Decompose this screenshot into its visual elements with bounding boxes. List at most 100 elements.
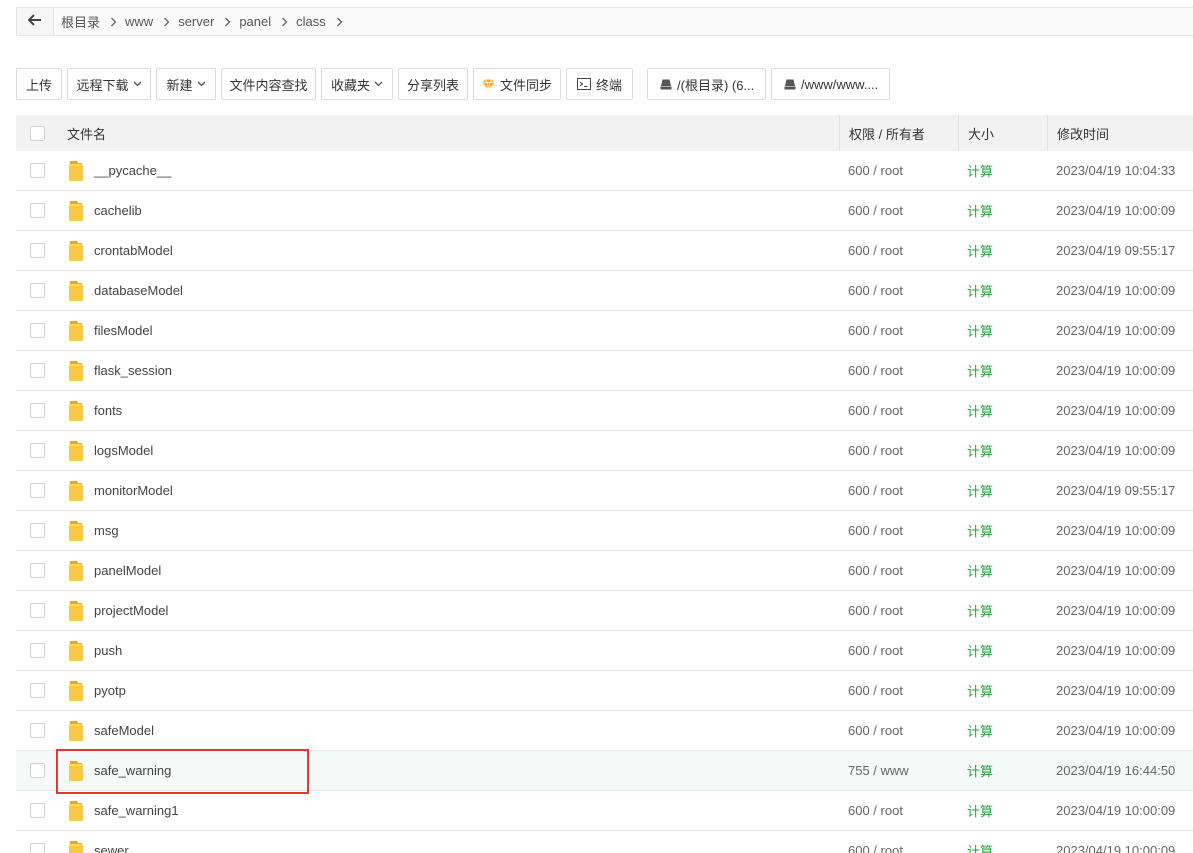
file-permission[interactable]: 600 / root	[848, 283, 903, 298]
file-name[interactable]: pyotp	[94, 683, 126, 698]
file-name[interactable]: cachelib	[94, 203, 142, 218]
table-row[interactable]: crontabModel 600 / root 计算 2023/04/19 09:55…	[16, 231, 1193, 271]
calculate-size-link[interactable]: 计算	[967, 721, 993, 740]
calculate-size-link[interactable]: 计算	[967, 801, 993, 820]
file-name[interactable]: sewer	[94, 843, 129, 853]
row-checkbox[interactable]	[29, 323, 45, 338]
calculate-size-link[interactable]: 计算	[967, 521, 993, 540]
file-permission[interactable]: 755 / www	[848, 763, 909, 778]
calculate-size-link[interactable]: 计算	[967, 401, 993, 420]
table-row[interactable]: filesModel 600 / root 计算 2023/04/19 10:00:0…	[16, 311, 1193, 351]
file-name[interactable]: safeModel	[94, 723, 154, 738]
table-row[interactable]: cachelib 600 / root 计算 2023/04/19 10:00:09	[16, 191, 1193, 231]
file-permission[interactable]: 600 / root	[848, 323, 903, 338]
row-checkbox[interactable]	[29, 523, 45, 538]
file-name[interactable]: safe_warning1	[94, 803, 179, 818]
row-checkbox[interactable]	[29, 643, 45, 658]
upload-button[interactable]: 上传	[16, 68, 62, 100]
file-name[interactable]: monitorModel	[94, 483, 173, 498]
select-all-checkbox[interactable]	[29, 125, 45, 141]
row-checkbox[interactable]	[29, 443, 45, 458]
table-row[interactable]: push 600 / root 计算 2023/04/19 10:00:09	[16, 631, 1193, 671]
calculate-size-link[interactable]: 计算	[967, 321, 993, 340]
row-checkbox[interactable]	[29, 403, 45, 418]
header-perm[interactable]: 权限 / 所有者	[839, 115, 958, 151]
calculate-size-link[interactable]: 计算	[967, 641, 993, 660]
row-checkbox[interactable]	[29, 203, 45, 218]
file-name[interactable]: flask_session	[94, 363, 172, 378]
row-checkbox[interactable]	[29, 763, 45, 778]
calculate-size-link[interactable]: 计算	[967, 281, 993, 300]
file-name[interactable]: msg	[94, 523, 119, 538]
file-permission[interactable]: 600 / root	[848, 403, 903, 418]
remote-download-button[interactable]: 远程下载	[67, 68, 151, 100]
row-checkbox[interactable]	[29, 603, 45, 618]
table-row[interactable]: safeModel 600 / root 计算 2023/04/19 10:00:09	[16, 711, 1193, 751]
header-time[interactable]: 修改时间	[1047, 115, 1193, 151]
table-row[interactable]: safe_warning 755 / www 计算 2023/04/19 16:44:…	[16, 751, 1193, 791]
disk-root-button[interactable]: /(根目录) (6...	[647, 68, 766, 100]
file-permission[interactable]: 600 / root	[848, 443, 903, 458]
file-permission[interactable]: 600 / root	[848, 603, 903, 618]
row-checkbox[interactable]	[29, 803, 45, 818]
row-checkbox[interactable]	[29, 563, 45, 578]
breadcrumb-item[interactable]: class	[296, 14, 351, 29]
calculate-size-link[interactable]: 计算	[967, 481, 993, 500]
breadcrumb-item[interactable]: panel	[239, 14, 296, 29]
file-permission[interactable]: 600 / root	[848, 563, 903, 578]
file-permission[interactable]: 600 / root	[848, 683, 903, 698]
table-row[interactable]: panelModel 600 / root 计算 2023/04/19 10:00:0…	[16, 551, 1193, 591]
row-checkbox[interactable]	[29, 363, 45, 378]
file-permission[interactable]: 600 / root	[848, 643, 903, 658]
row-checkbox[interactable]	[29, 723, 45, 738]
row-checkbox[interactable]	[29, 843, 45, 853]
file-name[interactable]: safe_warning	[94, 763, 171, 778]
calculate-size-link[interactable]: 计算	[967, 561, 993, 580]
calculate-size-link[interactable]: 计算	[967, 161, 993, 180]
table-row[interactable]: sewer 600 / root 计算 2023/04/19 10:00:09	[16, 831, 1193, 853]
share-list-button[interactable]: 分享列表	[398, 68, 468, 100]
table-row[interactable]: databaseModel 600 / root 计算 2023/04/19 10:0…	[16, 271, 1193, 311]
file-name[interactable]: crontabModel	[94, 243, 173, 258]
calculate-size-link[interactable]: 计算	[967, 841, 993, 853]
breadcrumb-item[interactable]: www	[125, 14, 178, 29]
back-button[interactable]	[17, 8, 54, 35]
table-row[interactable]: safe_warning1 600 / root 计算 2023/04/19 10:0…	[16, 791, 1193, 831]
file-permission[interactable]: 600 / root	[848, 843, 903, 853]
file-permission[interactable]: 600 / root	[848, 363, 903, 378]
file-name[interactable]: push	[94, 643, 122, 658]
table-row[interactable]: logsModel 600 / root 计算 2023/04/19 10:00:09	[16, 431, 1193, 471]
file-permission[interactable]: 600 / root	[848, 203, 903, 218]
table-row[interactable]: projectModel 600 / root 计算 2023/04/19 10:00…	[16, 591, 1193, 631]
row-checkbox[interactable]	[29, 163, 45, 178]
table-row[interactable]: flask_session 600 / root 计算 2023/04/19 10:0…	[16, 351, 1193, 391]
file-name[interactable]: databaseModel	[94, 283, 183, 298]
content-search-button[interactable]: 文件内容查找	[221, 68, 316, 100]
file-permission[interactable]: 600 / root	[848, 483, 903, 498]
breadcrumb-item[interactable]: 根目录	[61, 12, 125, 31]
file-name[interactable]: logsModel	[94, 443, 153, 458]
favorites-button[interactable]: 收藏夹	[321, 68, 393, 100]
calculate-size-link[interactable]: 计算	[967, 201, 993, 220]
file-name[interactable]: filesModel	[94, 323, 153, 338]
file-name[interactable]: projectModel	[94, 603, 168, 618]
row-checkbox[interactable]	[29, 243, 45, 258]
header-size[interactable]: 大小	[958, 115, 1047, 151]
disk-www-button[interactable]: /www/www....	[771, 68, 890, 100]
table-row[interactable]: __pycache__ 600 / root 计算 2023/04/19 10:04:…	[16, 151, 1193, 191]
terminal-button[interactable]: 终端	[566, 68, 633, 100]
file-permission[interactable]: 600 / root	[848, 163, 903, 178]
new-button[interactable]: 新建	[156, 68, 216, 100]
calculate-size-link[interactable]: 计算	[967, 681, 993, 700]
calculate-size-link[interactable]: 计算	[967, 761, 993, 780]
file-permission[interactable]: 600 / root	[848, 523, 903, 538]
calculate-size-link[interactable]: 计算	[967, 601, 993, 620]
file-permission[interactable]: 600 / root	[848, 243, 903, 258]
file-sync-button[interactable]: 文件同步	[473, 68, 561, 100]
header-name[interactable]: 文件名	[58, 115, 839, 151]
breadcrumb-item[interactable]: server	[178, 14, 239, 29]
calculate-size-link[interactable]: 计算	[967, 241, 993, 260]
file-name[interactable]: panelModel	[94, 563, 161, 578]
table-row[interactable]: pyotp 600 / root 计算 2023/04/19 10:00:09	[16, 671, 1193, 711]
table-row[interactable]: msg 600 / root 计算 2023/04/19 10:00:09	[16, 511, 1193, 551]
